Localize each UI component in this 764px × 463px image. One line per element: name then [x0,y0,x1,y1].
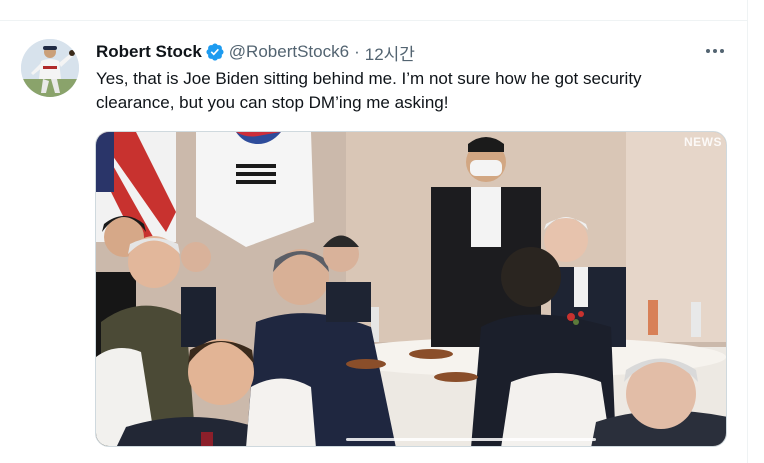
author-name[interactable]: Robert Stock [96,42,202,62]
tweet-text: Yes, that is Joe Biden sitting behind me… [96,69,642,112]
media-progress-bar [346,438,596,441]
news-watermark: NEWS [684,135,722,149]
more-horizontal-icon [706,49,710,53]
tweet[interactable]: Robert Stock @RobertStock6 · 12시간 Yes, t… [0,21,747,463]
timestamp[interactable]: 12시간 [365,40,415,65]
author-handle[interactable]: @RobertStock6 [229,42,349,62]
baseball-pitcher-avatar-icon [21,39,79,97]
right-divider [747,0,748,463]
more-options-button[interactable] [700,39,730,63]
verified-badge-icon [205,42,225,62]
state-dinner-photo [96,132,726,446]
tweet-media-image[interactable]: NEWS [95,131,727,447]
separator-dot: · [354,42,360,61]
tweet-header: Robert Stock @RobertStock6 · 12시간 [96,40,415,65]
avatar[interactable] [21,39,79,97]
